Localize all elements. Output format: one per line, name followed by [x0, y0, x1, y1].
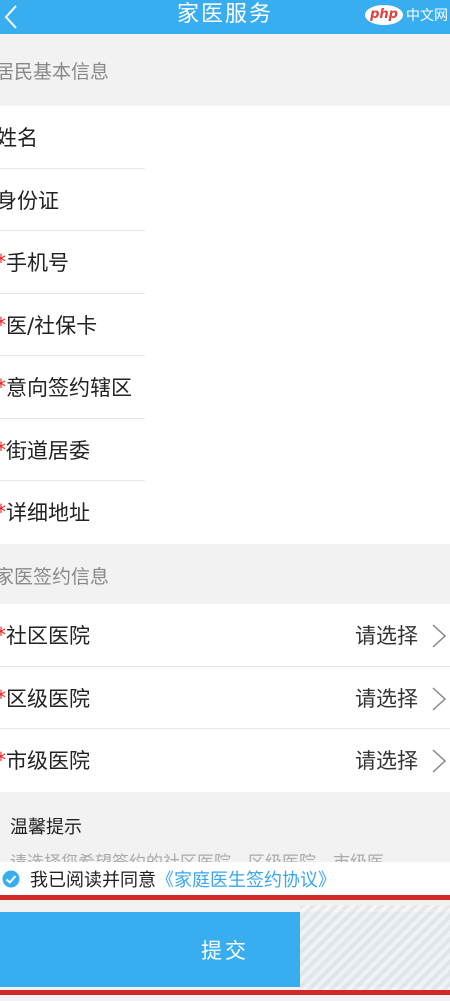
sign-section-title: 家医签约信息 [0, 565, 110, 588]
insurance-card-label: 医/社保卡 [6, 313, 98, 338]
id-card-label: 身份证 [0, 188, 59, 213]
chevron-right-icon [432, 686, 447, 711]
tips-panel: 温馨提示 请选择您希望签约的社区医院、区级医院、市级医 [0, 795, 450, 865]
street-committee-field[interactable]: * 街道居委 [0, 419, 450, 481]
resident-section-title: 居民基本信息 [0, 60, 110, 83]
agreement-link[interactable]: 《家庭医生签约协议》 [156, 866, 336, 892]
phone-label: 手机号 [6, 251, 69, 276]
blurred-overlay [300, 905, 450, 995]
resident-section-header: 居民基本信息 [0, 34, 450, 106]
sign-section-header: 家医签约信息 [0, 546, 450, 604]
community-hospital-label: 社区医院 [6, 624, 90, 649]
city-hospital-select[interactable]: * 市级医院 请选择 [0, 729, 450, 792]
watermark-logo: php 中文网 [365, 2, 448, 28]
address-label: 详细地址 [6, 501, 90, 526]
watermark-php: php [365, 5, 403, 25]
highlight-line-top [0, 895, 450, 900]
district-hospital-label: 区级医院 [6, 686, 90, 711]
address-field[interactable]: * 详细地址 [0, 481, 450, 544]
community-hospital-value: 请选择 [355, 624, 418, 649]
phone-field[interactable]: * 手机号 [0, 231, 450, 294]
resident-info-group: 姓名 身份证 * 手机号 * 医/社保卡 * 意向签约辖区 * 街道居委 * 详… [0, 106, 450, 544]
chevron-right-icon [432, 749, 447, 773]
chevron-right-icon [432, 624, 447, 648]
insurance-card-field[interactable]: * 医/社保卡 [0, 294, 450, 356]
district-hospital-value: 请选择 [355, 686, 418, 711]
street-committee-label: 街道居委 [6, 438, 90, 463]
sign-info-group: * 社区医院 请选择 * 区级医院 请选择 * 市级医院 请选择 [0, 604, 450, 792]
agreement-text: 我已阅读并同意 [30, 870, 156, 891]
district-hospital-select[interactable]: * 区级医院 请选择 [0, 667, 450, 729]
watermark-text: 中文网 [406, 8, 448, 24]
top-bar: 家医服务 php 中文网 [0, 0, 450, 34]
name-field[interactable]: 姓名 [0, 106, 450, 169]
agreement-row: 我已阅读并同意 《家庭医生签约协议》 [0, 862, 450, 896]
name-label: 姓名 [0, 126, 38, 151]
community-hospital-select[interactable]: * 社区医院 请选择 [0, 604, 450, 667]
district-field[interactable]: * 意向签约辖区 [0, 356, 450, 419]
id-card-field[interactable]: 身份证 [0, 169, 450, 231]
city-hospital-label: 市级医院 [6, 749, 90, 774]
check-circle-icon[interactable] [2, 870, 20, 888]
highlight-line-bottom [0, 990, 450, 995]
city-hospital-value: 请选择 [355, 749, 418, 774]
tips-title: 温馨提示 [10, 817, 82, 838]
district-label: 意向签约辖区 [6, 376, 132, 401]
